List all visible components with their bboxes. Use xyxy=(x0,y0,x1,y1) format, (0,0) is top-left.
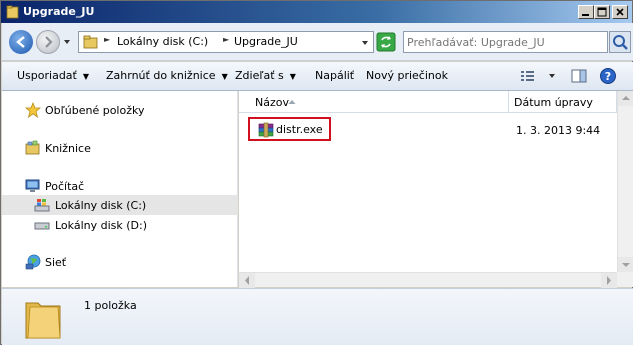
star-icon xyxy=(25,102,41,118)
drive-icon xyxy=(34,222,50,230)
refresh-button[interactable] xyxy=(376,32,396,52)
preview-pane-icon[interactable] xyxy=(571,68,587,84)
recent-pages-icon[interactable] xyxy=(63,38,71,46)
chevron-down-icon: ▼ xyxy=(82,72,90,81)
chevron-down-icon: ▼ xyxy=(221,72,228,81)
minimize-button[interactable] xyxy=(578,5,594,19)
scroll-down-button[interactable] xyxy=(618,257,633,272)
chevron-down-icon: ▼ xyxy=(289,72,296,81)
views-icon[interactable] xyxy=(520,69,536,83)
forward-arrow-icon xyxy=(45,36,53,48)
nav-item-drive-d[interactable]: Lokálny disk (D:) xyxy=(2,215,238,235)
refresh-icon xyxy=(376,32,396,52)
scroll-left-button[interactable] xyxy=(239,273,255,288)
breadcrumb-folder[interactable]: Upgrade_JU xyxy=(234,35,298,48)
file-list: Názov Dátum úpravy distr.exe 1. 3. 2013 … xyxy=(239,91,633,287)
file-date-modified: 1. 3. 2013 9:44 xyxy=(516,124,601,137)
scrollbar-corner xyxy=(617,272,633,287)
address-field[interactable]: ► Lokálny disk (C:) ► Upgrade_JU xyxy=(78,31,374,53)
back-arrow-icon xyxy=(16,36,25,48)
title-bar[interactable]: Upgrade_JU xyxy=(1,1,632,23)
chevron-down-icon[interactable] xyxy=(361,39,369,47)
close-button[interactable] xyxy=(612,5,628,19)
minimize-icon xyxy=(582,14,589,16)
forward-button[interactable] xyxy=(36,30,60,54)
winrar-archive-icon xyxy=(258,122,274,138)
details-pane: 1 položka xyxy=(2,288,633,345)
column-header-date-modified[interactable]: Dátum úpravy xyxy=(509,91,617,113)
search-input[interactable] xyxy=(407,34,605,50)
nav-item-drive-c[interactable]: Lokálny disk (C:) xyxy=(2,195,238,215)
column-header-name[interactable]: Názov xyxy=(239,91,509,113)
windows-drive-icon xyxy=(34,199,50,212)
scroll-up-button[interactable] xyxy=(618,91,633,106)
search-button[interactable] xyxy=(609,31,631,53)
scroll-right-button[interactable] xyxy=(601,273,617,288)
nav-item-libraries[interactable]: Knižnice xyxy=(2,138,238,158)
search-box[interactable] xyxy=(403,31,608,53)
chevron-down-icon[interactable] xyxy=(548,72,556,80)
chevron-up-icon xyxy=(622,96,630,100)
folder-icon xyxy=(6,5,19,19)
close-icon xyxy=(616,8,624,16)
share-with-menu[interactable]: Zdieľať s ▼ xyxy=(235,69,296,82)
svg-text:?: ? xyxy=(605,70,611,83)
burn-button[interactable]: Napáliť xyxy=(315,69,354,82)
breadcrumb-drive[interactable]: Lokálny disk (C:) xyxy=(117,35,208,48)
include-in-library-menu[interactable]: Zahrnúť do knižnice ▼ xyxy=(106,69,228,82)
nav-item-favorites[interactable]: Obľúbené položky xyxy=(2,100,238,120)
folder-icon xyxy=(25,302,61,339)
item-count: 1 položka xyxy=(84,299,137,312)
chevron-down-icon xyxy=(622,263,630,267)
explorer-window: Upgrade_JU ► Lokálny disk (C:) ► Upgrade… xyxy=(0,0,633,345)
back-button[interactable] xyxy=(9,30,33,54)
horizontal-scrollbar[interactable] xyxy=(239,272,617,288)
computer-icon xyxy=(25,179,40,192)
new-folder-button[interactable]: Nový priečinok xyxy=(366,69,448,82)
file-row[interactable]: distr.exe xyxy=(248,117,331,141)
breadcrumb-separator[interactable]: ► xyxy=(223,35,229,44)
chevron-left-icon xyxy=(245,276,249,285)
folder-icon xyxy=(83,35,98,49)
libraries-icon xyxy=(25,140,40,155)
nav-item-network[interactable]: Sieť xyxy=(2,252,238,272)
sort-ascending-icon xyxy=(288,100,296,104)
nav-item-computer[interactable]: Počítač xyxy=(2,176,238,196)
organize-menu[interactable]: Usporiadať ▼ xyxy=(17,69,89,82)
navigation-pane: Obľúbené položky Knižnice Počítač Lokáln… xyxy=(2,91,238,287)
command-bar: Usporiadať ▼ Zahrnúť do knižnice ▼ Zdieľať… xyxy=(2,62,633,91)
breadcrumb-separator[interactable]: ► xyxy=(104,35,110,44)
network-icon xyxy=(25,254,41,270)
maximize-button[interactable] xyxy=(594,5,610,19)
maximize-icon xyxy=(597,7,607,17)
chevron-right-icon xyxy=(607,276,611,285)
vertical-scrollbar[interactable] xyxy=(617,91,633,272)
help-icon[interactable]: ? xyxy=(599,67,617,85)
window-title: Upgrade_JU xyxy=(23,5,95,18)
address-bar-area: ► Lokálny disk (C:) ► Upgrade_JU xyxy=(2,23,633,61)
search-icon xyxy=(613,35,628,50)
file-name: distr.exe xyxy=(276,123,323,136)
